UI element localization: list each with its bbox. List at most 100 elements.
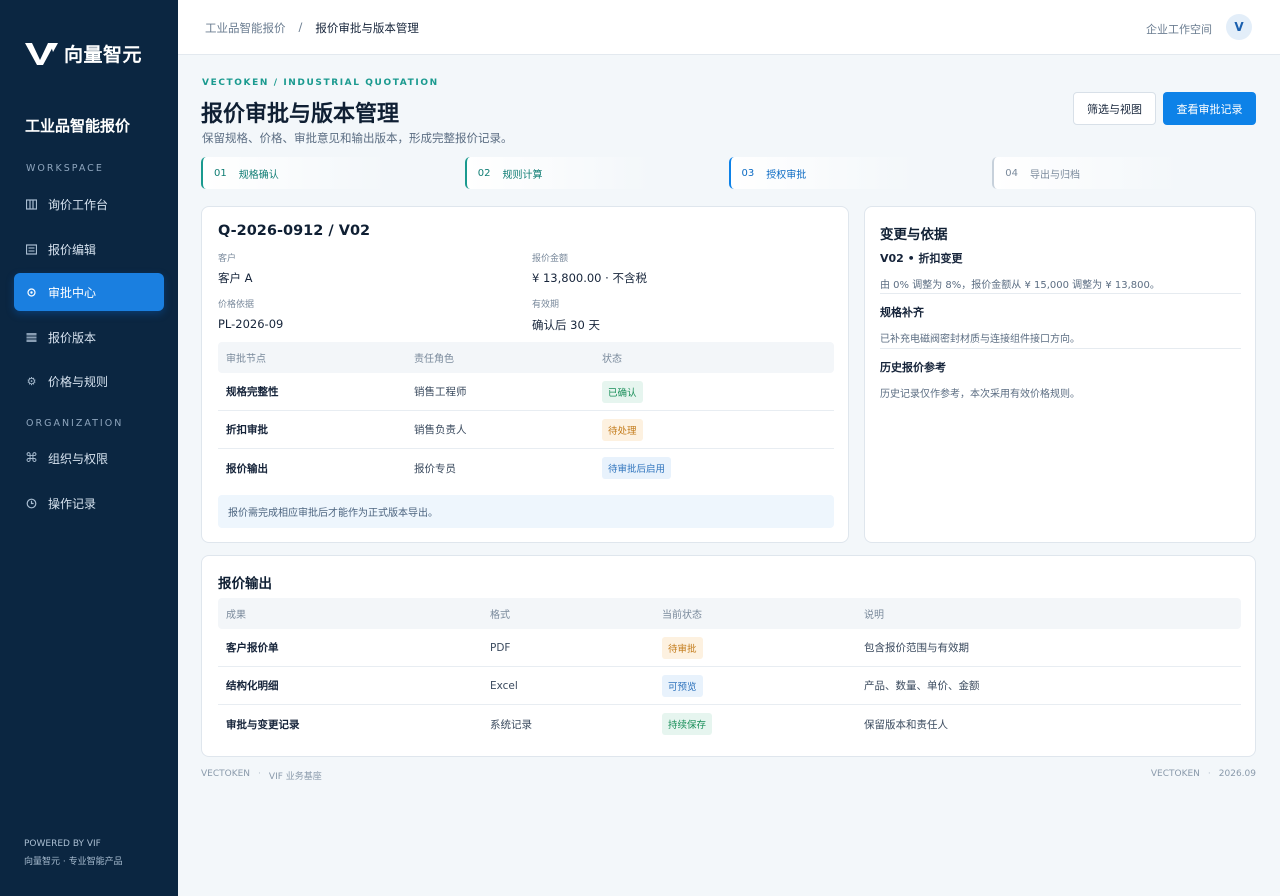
table-row[interactable]: 折扣审批 销售负责人 待处理 [218,411,834,449]
avatar[interactable]: V [1226,14,1252,40]
column-header: 状态 [602,354,622,365]
brand-name: 向量智元 [64,44,143,66]
status-badge: 可预览 [662,674,703,697]
evidence-title: 变更与依据 [880,227,948,243]
breadcrumb-current: 报价审批与版本管理 [315,21,419,35]
step-authorized-approval[interactable]: 03 授权审批 [728,157,993,189]
footer-right: VECTOKEN · 2026.09 [1151,769,1256,779]
sidebar-footer-powered: POWERED BY VIF [24,839,101,849]
approval-icon [26,287,37,298]
sidebar-item-operation-log[interactable]: 操作记录 [14,484,164,522]
gear-icon: ⚙ [26,374,37,388]
table-row[interactable]: 结构化明细 Excel 可预览 产品、数量、单价、金额 [218,667,1241,705]
evidence-item-title: 历史报价参考 [880,361,946,374]
customer-label: 客户 [218,254,237,264]
table-row[interactable]: 客户报价单 PDF 待审批 包含报价范围与有效期 [218,629,1241,667]
sidebar-item-org-permissions[interactable]: ⌘ 组织与权限 [14,439,164,477]
footer-separator: · [258,769,261,779]
column-header: 成果 [226,610,246,621]
quote-id: Q-2026-0912 / V02 [218,223,371,239]
output-format: 系统记录 [490,718,532,731]
status-badge: 已确认 [602,380,643,403]
validity-label: 有效期 [532,300,560,310]
footer-brand: VECTOKEN [201,769,251,779]
approval-node: 报价输出 [226,462,268,475]
breadcrumb-root[interactable]: 工业品智能报价 [205,20,286,36]
footer-platform: VIF 业务基座 [268,772,322,782]
evidence-item: 历史报价参考 历史记录仅作参考，本次采用有效价格规则。 [880,359,1241,400]
responsible-role: 报价专员 [414,462,456,475]
footer-date: 2026.09 [1218,769,1256,779]
output-name: 结构化明细 [226,680,279,692]
output-format: PDF [490,641,511,654]
output-table: 成果 格式 当前状态 说明 客户报价单 PDF 待审批 包含报价范围与有效期 结… [218,598,1241,743]
table-header: 成果 格式 当前状态 说明 [218,598,1241,629]
sidebar-item-pricing-rules[interactable]: ⚙ 价格与规则 [14,362,164,400]
step-export-archive[interactable]: 04 导出与归档 [992,157,1256,189]
step-number: 03 [741,167,755,179]
footer-brand: VECTOKEN [1150,769,1200,779]
evidence-item-title: 规格补齐 [880,306,924,319]
progress-steps: 01 规格确认 02 规则计算 03 授权审批 04 导出与归档 [201,157,1256,189]
step-spec-confirm[interactable]: 01 规格确认 [201,157,465,189]
breadcrumb-separator: / [298,20,303,34]
approval-table: 审批节点 责任角色 状态 规格完整性 销售工程师 已确认 折扣审批 销售负责人 … [218,342,834,487]
column-header: 格式 [490,610,510,621]
step-number: 02 [477,167,491,179]
step-number: 04 [1005,167,1018,179]
sidebar-item-inquiry[interactable]: 询价工作台 [14,185,164,223]
evidence-item: 规格补齐 已补充电磁阀密封材质与连接组件接口方向。 [880,304,1241,345]
quote-output-card: 报价输出 成果 格式 当前状态 说明 客户报价单 PDF 待审批 包含报价范围与… [201,555,1256,757]
step-rule-calc[interactable]: 02 规则计算 [464,157,729,189]
sidebar-footer: POWERED BY VIF 向量智元 · 专业智能产品 [24,835,123,871]
responsible-role: 销售工程师 [414,386,467,398]
workspace-switcher[interactable]: 企业工作空间 [1146,21,1212,37]
divider [880,348,1241,349]
step-label: 授权审批 [766,169,807,181]
evidence-item-title: V02 • 折扣变更 [880,252,963,265]
sidebar-item-quote-edit[interactable]: 报价编辑 [14,230,164,268]
output-title: 报价输出 [218,576,272,592]
validity-value: 确认后 30 天 [532,318,600,332]
versions-icon [26,332,37,343]
sidebar-item-label: 操作记录 [48,496,97,511]
filter-view-button[interactable]: 筛选与视图 [1073,92,1156,125]
status-badge: 待处理 [602,418,643,441]
sidebar-item-label: 价格与规则 [48,374,109,389]
column-header: 说明 [864,610,884,621]
amount-label: 报价金额 [532,254,569,264]
columns-icon [26,198,37,210]
amount-value: ¥ 13,800.00 · 不含税 [532,271,647,285]
sidebar-footer-company: 向量智元 · 专业智能产品 [24,857,123,867]
output-desc: 包含报价范围与有效期 [864,642,969,654]
document-icon [26,243,37,255]
page-title: 报价审批与版本管理 [201,102,400,127]
step-label: 导出与归档 [1029,169,1080,181]
output-desc: 产品、数量、单价、金额 [864,680,980,692]
command-icon: ⌘ [25,450,38,466]
brand-logo[interactable]: 向量智元 [24,40,142,67]
approval-node: 折扣审批 [226,424,268,436]
evidence-item: V02 • 折扣变更 由 0% 调整为 8%，报价金额从 ¥ 15,000 调整… [880,250,1241,291]
quote-card: Q-2026-0912 / V02 客户 客户 A 报价金额 ¥ 13,800.… [201,206,849,543]
status-badge: 待审批 [662,636,703,659]
step-label: 规格确认 [238,169,279,181]
price-basis-label: 价格依据 [218,300,255,310]
page-eyebrow: VECTOKEN / INDUSTRIAL QUOTATION [202,78,439,88]
section-label-organization: ORGANIZATION [26,418,124,429]
sidebar-item-versions[interactable]: 报价版本 [14,318,164,356]
table-row[interactable]: 审批与变更记录 系统记录 持续保存 保留版本和责任人 [218,705,1241,743]
evidence-item-desc: 由 0% 调整为 8%，报价金额从 ¥ 15,000 调整为 ¥ 13,800。 [880,280,1160,291]
page-subtitle: 保留规格、价格、审批意见和输出版本，形成完整报价记录。 [202,131,513,145]
output-name: 审批与变更记录 [226,718,300,731]
sidebar-item-approval[interactable]: 审批中心 [14,273,164,311]
approval-notice: 报价需完成相应审批后才能作为正式版本导出。 [218,495,834,528]
product-title: 工业品智能报价 [25,117,131,135]
brand-mark-icon [25,42,58,65]
table-row[interactable]: 规格完整性 销售工程师 已确认 [218,373,834,411]
status-badge: 待审批后启用 [602,457,672,479]
column-header: 责任角色 [414,354,454,365]
sidebar: 向量智元 工业品智能报价 WORKSPACE 询价工作台 报价编辑 审批中心 报… [0,0,178,896]
view-approval-records-button[interactable]: 查看审批记录 [1163,92,1256,125]
table-row[interactable]: 报价输出 报价专员 待审批后启用 [218,449,834,487]
